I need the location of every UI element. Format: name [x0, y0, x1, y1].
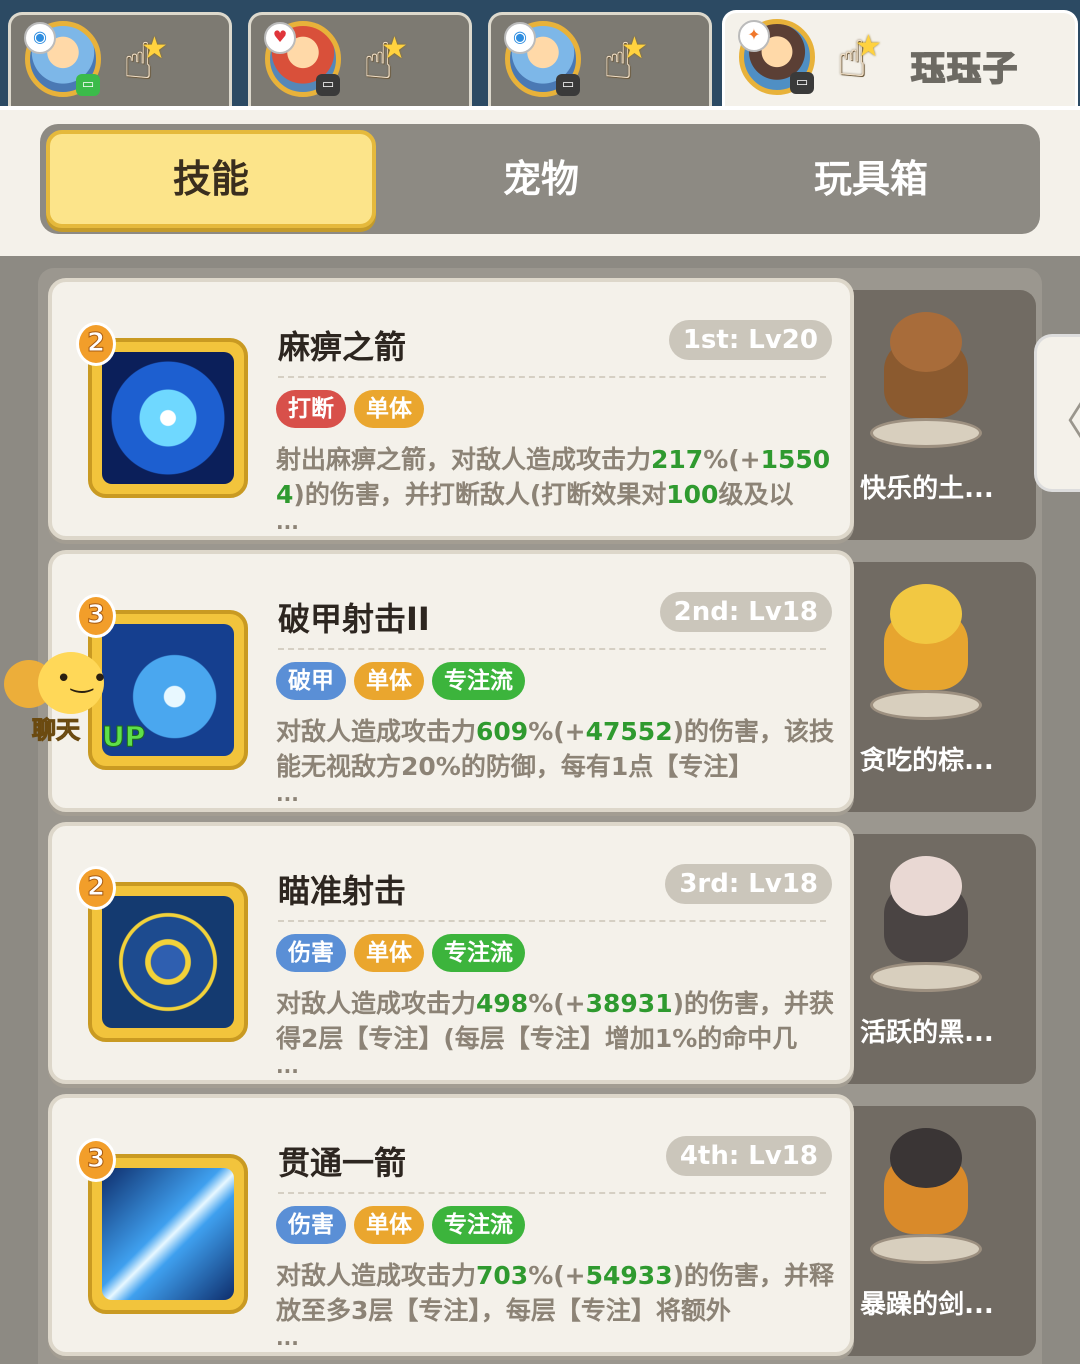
- skill-tag: 专注流: [432, 934, 525, 972]
- skill-tags: 破甲 单体 专注流: [276, 662, 525, 700]
- chevron-left-icon: 〈: [1045, 389, 1080, 447]
- heart-class-icon: ♥: [264, 22, 296, 54]
- skill-row: 贪吃的棕... 3 UP 破甲射击II 2nd: Lv18 破甲 单体 专注流 …: [48, 550, 1038, 812]
- tab-pets[interactable]: 宠物: [376, 130, 706, 228]
- skill-tag: 伤害: [276, 1206, 346, 1244]
- skill-card[interactable]: 2 麻痹之箭 1st: Lv20 打断 单体 射出麻痹之箭，对敌人造成攻击力21…: [48, 278, 854, 540]
- skill-tag: 伤害: [276, 934, 346, 972]
- category-tabs: 技能 宠物 玩具箱: [40, 124, 1040, 234]
- pet-figure: [870, 852, 982, 992]
- more-ellipsis: ...: [276, 1326, 299, 1350]
- skill-card[interactable]: 3 UP 破甲射击II 2nd: Lv18 破甲 单体 专注流 对敌人造成攻击力…: [48, 550, 854, 812]
- skill-rank-badge: 4th: Lv18: [665, 1136, 832, 1176]
- pet-figure: [870, 1124, 982, 1264]
- side-drawer-handle[interactable]: 〈: [1034, 334, 1080, 492]
- category-panel: 技能 宠物 玩具箱: [0, 106, 1080, 256]
- skill-tag: 打断: [276, 390, 346, 428]
- more-ellipsis: ...: [276, 510, 299, 534]
- tap-hand-icon: ☝ ★: [603, 31, 648, 90]
- skill-level-badge: 2: [76, 866, 116, 910]
- chat-button[interactable]: •‿• 聊天: [4, 652, 124, 745]
- skill-level-badge: 2: [76, 322, 116, 366]
- skill-name: 麻痹之箭: [278, 328, 407, 366]
- skill-description: 对敌人造成攻击力703%(+54933)的伤害，并释放至多3层【专注】，每层【专…: [276, 1261, 835, 1325]
- skill-rank-badge: 3rd: Lv18: [665, 864, 832, 904]
- skill-list: 快乐的土... 2 麻痹之箭 1st: Lv20 打断 单体 射出麻痹之箭，对敌…: [38, 268, 1042, 1364]
- water-class-icon: ◉: [24, 22, 56, 54]
- skill-icon[interactable]: [88, 882, 248, 1042]
- skill-tags: 打断 单体: [276, 390, 424, 428]
- offline-status-icon: ▭: [316, 74, 340, 96]
- character-name: 珏珏子: [910, 48, 1019, 90]
- skill-card[interactable]: 2 瞄准射击 3rd: Lv18 伤害 单体 专注流 对敌人造成攻击力498%(…: [48, 822, 854, 1084]
- character-portrait: ◉ ▭: [24, 21, 101, 97]
- tap-hand-icon: ☝ ★: [837, 29, 882, 88]
- skill-tags: 伤害 单体 专注流: [276, 1206, 525, 1244]
- skill-level-badge: 3: [76, 594, 116, 638]
- character-portrait: ✦ ▭: [738, 19, 815, 95]
- skill-tag: 单体: [354, 390, 424, 428]
- character-tab-active[interactable]: ✦ ▭ ☝ ★ 珏珏子: [722, 10, 1078, 110]
- character-portrait: ♥ ▭: [264, 21, 341, 97]
- smile-icon: •‿•: [56, 664, 108, 694]
- skill-rank-badge: 2nd: Lv18: [659, 592, 832, 632]
- divider: [278, 920, 826, 922]
- skill-tag: 破甲: [276, 662, 346, 700]
- divider: [278, 376, 826, 378]
- skill-icon[interactable]: [88, 1154, 248, 1314]
- more-ellipsis: ...: [276, 782, 299, 806]
- skill-tag: 单体: [354, 1206, 424, 1244]
- tab-skills[interactable]: 技能: [46, 130, 376, 228]
- skill-tag: 单体: [354, 662, 424, 700]
- skill-icon[interactable]: [88, 338, 248, 498]
- skill-description: 对敌人造成攻击力498%(+38931)的伤害，并获得2层【专注】(每层【专注】…: [276, 989, 835, 1053]
- skill-name: 瞄准射击: [278, 872, 407, 910]
- skill-level-badge: 3: [76, 1138, 116, 1182]
- skill-card[interactable]: 3 贯通一箭 4th: Lv18 伤害 单体 专注流 对敌人造成攻击力703%(…: [48, 1094, 854, 1356]
- skill-description: 对敌人造成攻击力609%(+47552)的伤害，该技能无视敌方20%的防御，每有…: [276, 717, 835, 781]
- character-tab-2[interactable]: ♥ ▭ ☝ ★: [248, 12, 472, 106]
- more-ellipsis: ...: [276, 1054, 299, 1078]
- offline-status-icon: ▭: [790, 72, 814, 94]
- tab-toybox[interactable]: 玩具箱: [706, 130, 1036, 228]
- pet-figure: [870, 580, 982, 720]
- character-tab-1[interactable]: ◉ ▭ ☝ ★: [8, 12, 232, 106]
- skill-tag: 单体: [354, 934, 424, 972]
- water-class-icon: ◉: [504, 22, 536, 54]
- divider: [278, 1192, 826, 1194]
- tap-hand-icon: ☝ ★: [363, 31, 408, 90]
- offline-status-icon: ▭: [556, 74, 580, 96]
- skill-row: 快乐的土... 2 麻痹之箭 1st: Lv20 打断 单体 射出麻痹之箭，对敌…: [48, 278, 1038, 540]
- divider: [278, 648, 826, 650]
- tap-hand-icon: ☝ ★: [123, 31, 168, 90]
- skill-tags: 伤害 单体 专注流: [276, 934, 525, 972]
- character-tab-3[interactable]: ◉ ▭ ☝ ★: [488, 12, 712, 106]
- skill-rank-badge: 1st: Lv20: [668, 320, 832, 360]
- skill-row: 活跃的黑... 2 瞄准射击 3rd: Lv18 伤害 单体 专注流 对敌人造成…: [48, 822, 1038, 1084]
- character-portrait: ◉ ▭: [504, 21, 581, 97]
- skill-name: 贯通一箭: [278, 1144, 407, 1182]
- fire-class-icon: ✦: [738, 20, 770, 52]
- skill-tag: 专注流: [432, 1206, 525, 1244]
- chat-label: 聊天: [32, 716, 81, 745]
- skill-tag: 专注流: [432, 662, 525, 700]
- skill-name: 破甲射击II: [278, 600, 430, 638]
- online-status-icon: ▭: [76, 74, 100, 96]
- skill-description: 射出麻痹之箭，对敌人造成攻击力217%(+15504)的伤害，并打断敌人(打断效…: [276, 445, 831, 509]
- pet-figure: [870, 308, 982, 448]
- character-tab-bar: ◉ ▭ ☝ ★ ♥ ▭ ☝ ★ ◉ ▭ ☝ ★ ✦ ▭ ☝ ★ 珏珏子: [0, 0, 1080, 110]
- skill-row: 暴躁的剑... 3 贯通一箭 4th: Lv18 伤害 单体 专注流 对敌人造成…: [48, 1094, 1038, 1356]
